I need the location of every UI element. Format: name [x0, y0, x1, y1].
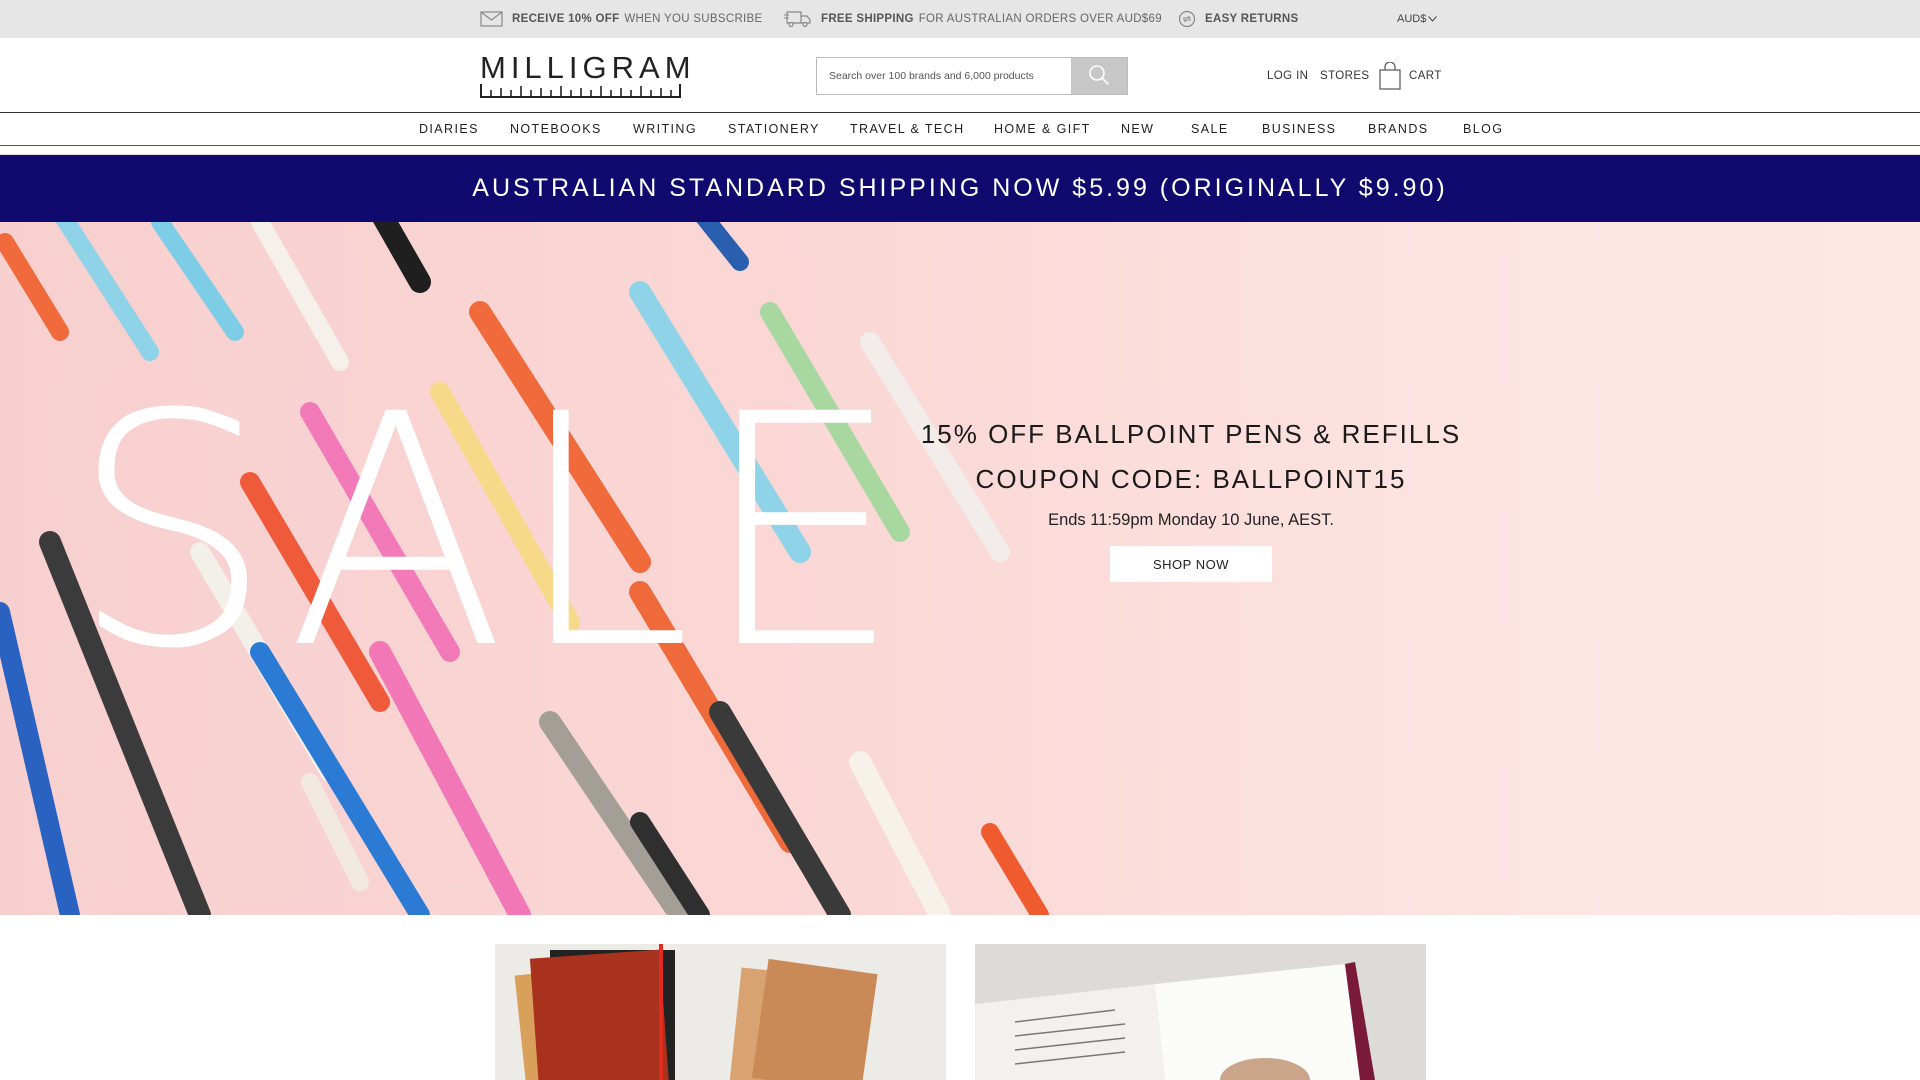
- nav-item-writing[interactable]: WRITING: [633, 113, 697, 145]
- nav-item-blog[interactable]: BLOG: [1463, 113, 1503, 145]
- promo-subscribe-bold: RECEIVE 10% OFF: [512, 13, 620, 25]
- promo-strip: RECEIVE 10% OFF WHEN YOU SUBSCRIBE FREE …: [0, 0, 1920, 38]
- cart-label: CART: [1409, 69, 1442, 82]
- cart-link[interactable]: CART: [1379, 38, 1442, 113]
- promo-shipping[interactable]: FREE SHIPPING FOR AUSTRALIAN ORDERS OVER…: [784, 0, 1162, 38]
- promo-shipping-text: FOR AUSTRALIAN ORDERS OVER AUD$69: [918, 13, 1162, 25]
- hero-title-line1: 15% OFF BALLPOINT PENS & REFILLS: [920, 419, 1462, 449]
- shipping-banner[interactable]: AUSTRALIAN STANDARD SHIPPING NOW $5.99 (…: [0, 155, 1920, 222]
- promo-subscribe-text: WHEN YOU SUBSCRIBE: [624, 13, 763, 25]
- promo-tile-planner[interactable]: [975, 944, 1426, 1080]
- shopping-bag-icon: [1379, 61, 1401, 90]
- nav-item-home-gift[interactable]: HOME & GIFT: [994, 113, 1091, 145]
- truck-icon: [784, 10, 812, 28]
- logo[interactable]: MILLIGRAM: [480, 50, 696, 102]
- nav-item-new[interactable]: NEW: [1121, 113, 1154, 145]
- shipping-banner-text: AUSTRALIAN STANDARD SHIPPING NOW $5.99 (…: [472, 174, 1448, 202]
- nav-item-stationery[interactable]: STATIONERY: [728, 113, 820, 145]
- currency-selector[interactable]: AUD$: [1397, 0, 1438, 38]
- nav-item-diaries[interactable]: DIARIES: [419, 113, 479, 145]
- shop-now-button[interactable]: SHOP NOW: [1110, 546, 1272, 582]
- planner-photo: [975, 944, 1426, 1080]
- promo-subscribe[interactable]: RECEIVE 10% OFF WHEN YOU SUBSCRIBE: [480, 0, 763, 38]
- search-bar: [816, 57, 1128, 95]
- search-icon: [1088, 64, 1110, 89]
- nav-item-notebooks[interactable]: NOTEBOOKS: [510, 113, 602, 145]
- logo-text: MILLIGRAM: [480, 50, 696, 85]
- hero-banner[interactable]: SALE 15% OFF BALLPOINT PENS & REFILLS CO…: [0, 222, 1920, 915]
- nav-item-business[interactable]: BUSINESS: [1262, 113, 1336, 145]
- hero-subtitle: Ends 11:59pm Monday 10 June, AEST.: [1048, 511, 1334, 529]
- nav-divider: [0, 146, 1920, 155]
- main-nav: DIARIES NOTEBOOKS WRITING STATIONERY TRA…: [0, 113, 1920, 146]
- currency-label: AUD$: [1397, 13, 1427, 25]
- nav-item-brands[interactable]: BRANDS: [1368, 113, 1429, 145]
- hero-copy: 15% OFF BALLPOINT PENS & REFILLS COUPON …: [900, 412, 1482, 582]
- nav-item-travel-tech[interactable]: TRAVEL & TECH: [850, 113, 965, 145]
- search-button[interactable]: [1071, 58, 1127, 94]
- site-header: MILLIGRAM LOG IN STORES CART: [0, 38, 1920, 113]
- return-icon: [1178, 10, 1196, 28]
- ruler-logo-mark: [480, 84, 681, 98]
- promo-returns[interactable]: EASY RETURNS: [1178, 0, 1304, 38]
- stores-link[interactable]: STORES: [1320, 38, 1369, 113]
- login-link[interactable]: LOG IN: [1267, 38, 1308, 113]
- chevron-down-icon: [1428, 13, 1438, 25]
- hero-sale-word: SALE: [70, 347, 911, 719]
- promo-shipping-bold: FREE SHIPPING: [821, 13, 914, 25]
- hero-title-line2: COUPON CODE: BALLPOINT15: [975, 464, 1407, 494]
- promo-returns-bold: EASY RETURNS: [1205, 13, 1299, 25]
- promo-tile-notebooks[interactable]: [495, 944, 946, 1080]
- search-input[interactable]: [817, 58, 1071, 94]
- notebooks-photo: [495, 944, 946, 1080]
- nav-item-sale[interactable]: SALE: [1191, 113, 1229, 145]
- envelope-icon: [480, 11, 503, 27]
